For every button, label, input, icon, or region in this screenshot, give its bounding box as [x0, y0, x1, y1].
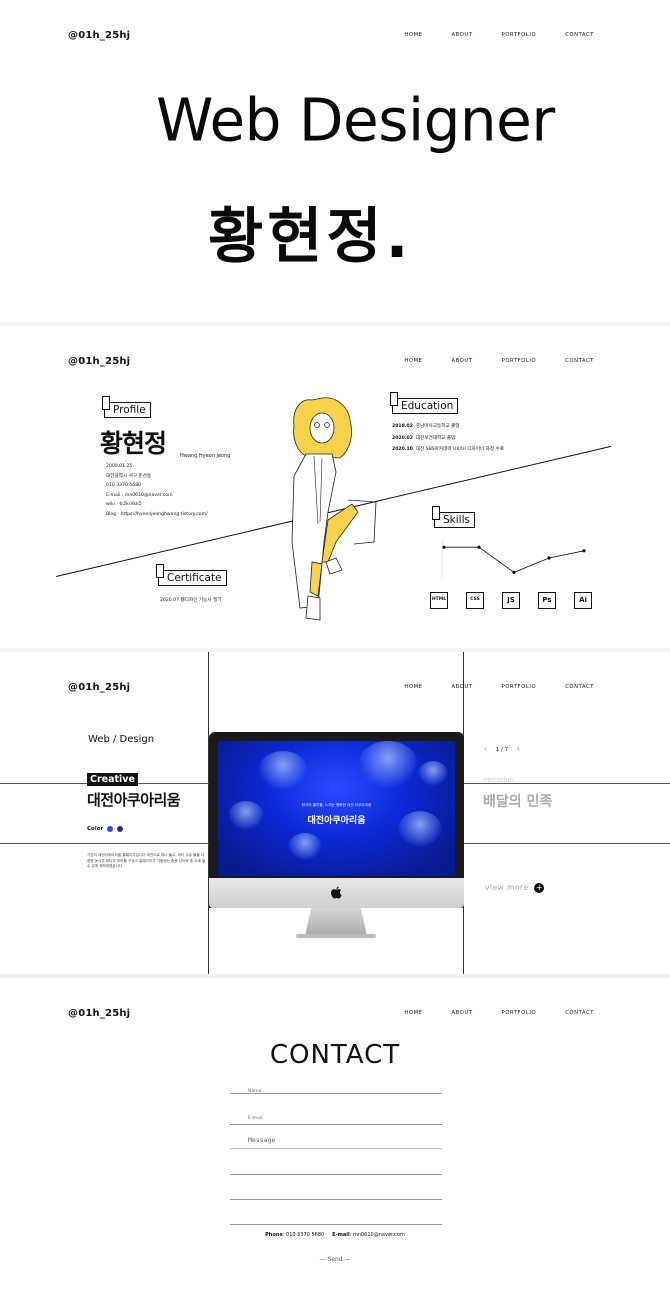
birthdate: 2000.01.25: [106, 464, 133, 469]
next-project-tag: Imitation: [483, 776, 515, 784]
certificate-tag: Certificate: [156, 564, 227, 586]
profile-info: 2000.01.25 대전광역시 서구 둔산동 010 3370 5680 E-…: [106, 462, 208, 520]
portfolio-badge: Creative: [87, 773, 138, 786]
wiki: wiki : tr2kr/lkk5: [106, 502, 142, 508]
nav-contact[interactable]: CONTACT: [565, 358, 594, 364]
nav-home[interactable]: HOME: [404, 358, 422, 364]
skills-point: [442, 545, 446, 549]
ps-skill-icon: Ps: [538, 592, 556, 609]
nav-home[interactable]: HOME: [404, 32, 422, 38]
skills-line: [444, 546, 585, 573]
nav-menu: HOME ABOUT PORTFOLIO CONTACT: [375, 32, 594, 38]
portfolio-title: 대전아쿠아리움: [87, 791, 181, 809]
profile-tag: Profile: [102, 396, 151, 418]
nav-menu: HOME ABOUT PORTFOLIO CONTACT: [375, 358, 594, 364]
skills-point: [582, 549, 586, 553]
apple-logo-icon: [331, 886, 342, 899]
hero-section: @01h_25hj HOME ABOUT PORTFOLIO CONTACT W…: [0, 0, 670, 322]
nav-contact[interactable]: CONTACT: [565, 684, 594, 690]
next-icon[interactable]: ›: [517, 744, 520, 753]
education-item: 2020.02 대전보건대학교 졸업: [392, 435, 456, 441]
skills-point: [477, 545, 481, 549]
monitor-stand-base: [296, 934, 376, 938]
prev-icon[interactable]: ‹: [484, 744, 487, 753]
contact-info: Phone: 010 3370 5680 E-mail: mn0610@nave…: [265, 1232, 405, 1238]
contact-section: @01h_25hj HOME ABOUT PORTFOLIO CONTACT C…: [0, 978, 670, 1297]
contact-title: CONTACT: [269, 1040, 401, 1070]
nav-about[interactable]: ABOUT: [452, 1010, 473, 1016]
illustration-woman: [291, 397, 377, 621]
html-skill-icon: HTML: [430, 592, 448, 609]
top-nav: @01h_25hj HOME ABOUT PORTFOLIO CONTACT: [68, 356, 594, 372]
address: 대전광역시 서구 둔산동: [106, 473, 152, 479]
screen-heading: 대전아쿠아리움: [307, 816, 366, 826]
site-logo[interactable]: @01h_25hj: [68, 30, 130, 41]
nav-portfolio[interactable]: PORTFOLIO: [502, 684, 537, 690]
color-swatch: [107, 826, 113, 832]
hero-name: 황현정.: [208, 202, 413, 272]
nav-portfolio[interactable]: PORTFOLIO: [502, 358, 537, 364]
plus-circle-icon: +: [534, 883, 545, 893]
blog: Blog : https://hyeonjeonghwang.tistory.c…: [106, 511, 208, 517]
skills-point: [512, 570, 516, 574]
monitor-stand: [305, 908, 367, 936]
site-logo[interactable]: @01h_25hj: [68, 356, 130, 367]
view-more-link[interactable]: view more +: [485, 883, 545, 893]
education-tag: Education: [389, 392, 459, 414]
message-label: Message: [248, 1136, 276, 1144]
project-screenshot: 한국의 블루를, 느끼는 평화한 대전 아쿠아리움 대전아쿠아리움: [218, 741, 455, 876]
nav-home[interactable]: HOME: [404, 684, 422, 690]
css-skill-icon: CSS: [466, 592, 484, 609]
hero-title: Web Designer: [156, 85, 555, 155]
top-nav: @01h_25hj HOME ABOUT PORTFOLIO CONTACT: [68, 30, 594, 46]
portfolio-category: Web / Design: [88, 734, 155, 745]
color-swatch: [117, 826, 123, 832]
profile-name: 황현정: [100, 429, 167, 458]
nav-portfolio[interactable]: PORTFOLIO: [502, 1010, 537, 1016]
skills-graph: [441, 540, 586, 578]
portfolio-description: 기업의 대전아쿠아리움 홈페이지입니다 대전으로 떠나 돌고, 바다 사유 물을…: [87, 853, 206, 869]
ai-skill-icon: Ai: [574, 592, 592, 609]
education-item: 2020.10 대전 SBS아카데미 UX/UI 디자이너 과정 수료: [392, 447, 505, 453]
certificate-item: 2020.07 웹디자인 기능사 필기: [160, 598, 222, 603]
nav-contact[interactable]: CONTACT: [565, 32, 594, 38]
name-label: Name: [248, 1089, 262, 1094]
pager: ‹ 1 / 7 ›: [484, 744, 520, 753]
nav-contact[interactable]: CONTACT: [565, 1010, 594, 1016]
nav-menu: HOME ABOUT PORTFOLIO CONTACT: [375, 684, 594, 690]
screen-subtitle: 한국의 블루를, 느끼는 평화한 대전 아쿠아리움: [301, 803, 372, 807]
top-nav: @01h_25hj HOME ABOUT PORTFOLIO CONTACT: [68, 682, 594, 698]
send-button[interactable]: — Send —: [318, 1256, 352, 1263]
message-line: [230, 1224, 442, 1225]
portfolio-section: @01h_25hj HOME ABOUT PORTFOLIO CONTACT W…: [0, 652, 670, 974]
message-line: [230, 1174, 442, 1175]
nav-about[interactable]: ABOUT: [452, 358, 473, 364]
color-label: Color: [87, 826, 104, 832]
skills-point: [547, 556, 551, 560]
site-logo[interactable]: @01h_25hj: [68, 682, 130, 693]
message-line: [230, 1199, 442, 1200]
message-field[interactable]: Message: [230, 1136, 442, 1149]
email: E-mail : mn0610@naver.com: [106, 492, 173, 498]
nav-about[interactable]: ABOUT: [452, 32, 473, 38]
education-item: 2018.02 충남미사고등학교 졸업: [392, 424, 460, 429]
top-nav: @01h_25hj HOME ABOUT PORTFOLIO CONTACT: [68, 1008, 594, 1024]
next-project-title[interactable]: 배달의 민족: [483, 791, 552, 811]
nav-about[interactable]: ABOUT: [452, 684, 473, 690]
skills-icons: HTML CSS JS Ps Ai: [430, 592, 600, 610]
js-skill-icon: JS: [502, 592, 520, 609]
email-field[interactable]: E-mail: [230, 1116, 442, 1125]
nav-home[interactable]: HOME: [404, 1010, 422, 1016]
phone: 010 3370 5680: [106, 483, 142, 489]
site-logo[interactable]: @01h_25hj: [68, 1008, 130, 1019]
email-label: E-mail: [248, 1116, 263, 1121]
monitor-chin: [209, 878, 464, 908]
name-field[interactable]: Name: [230, 1089, 442, 1094]
skills-tag: Skills: [432, 506, 475, 528]
nav-menu: HOME ABOUT PORTFOLIO CONTACT: [375, 1010, 594, 1016]
profile-name-en: Hwang Hyeon jeong: [180, 453, 231, 459]
about-section: @01h_25hj HOME ABOUT PORTFOLIO CONTACT P…: [0, 326, 670, 648]
education-list: 2018.02 충남미사고등학교 졸업 2020.02 대전보건대학교 졸업 2…: [392, 422, 504, 455]
nav-portfolio[interactable]: PORTFOLIO: [502, 32, 537, 38]
